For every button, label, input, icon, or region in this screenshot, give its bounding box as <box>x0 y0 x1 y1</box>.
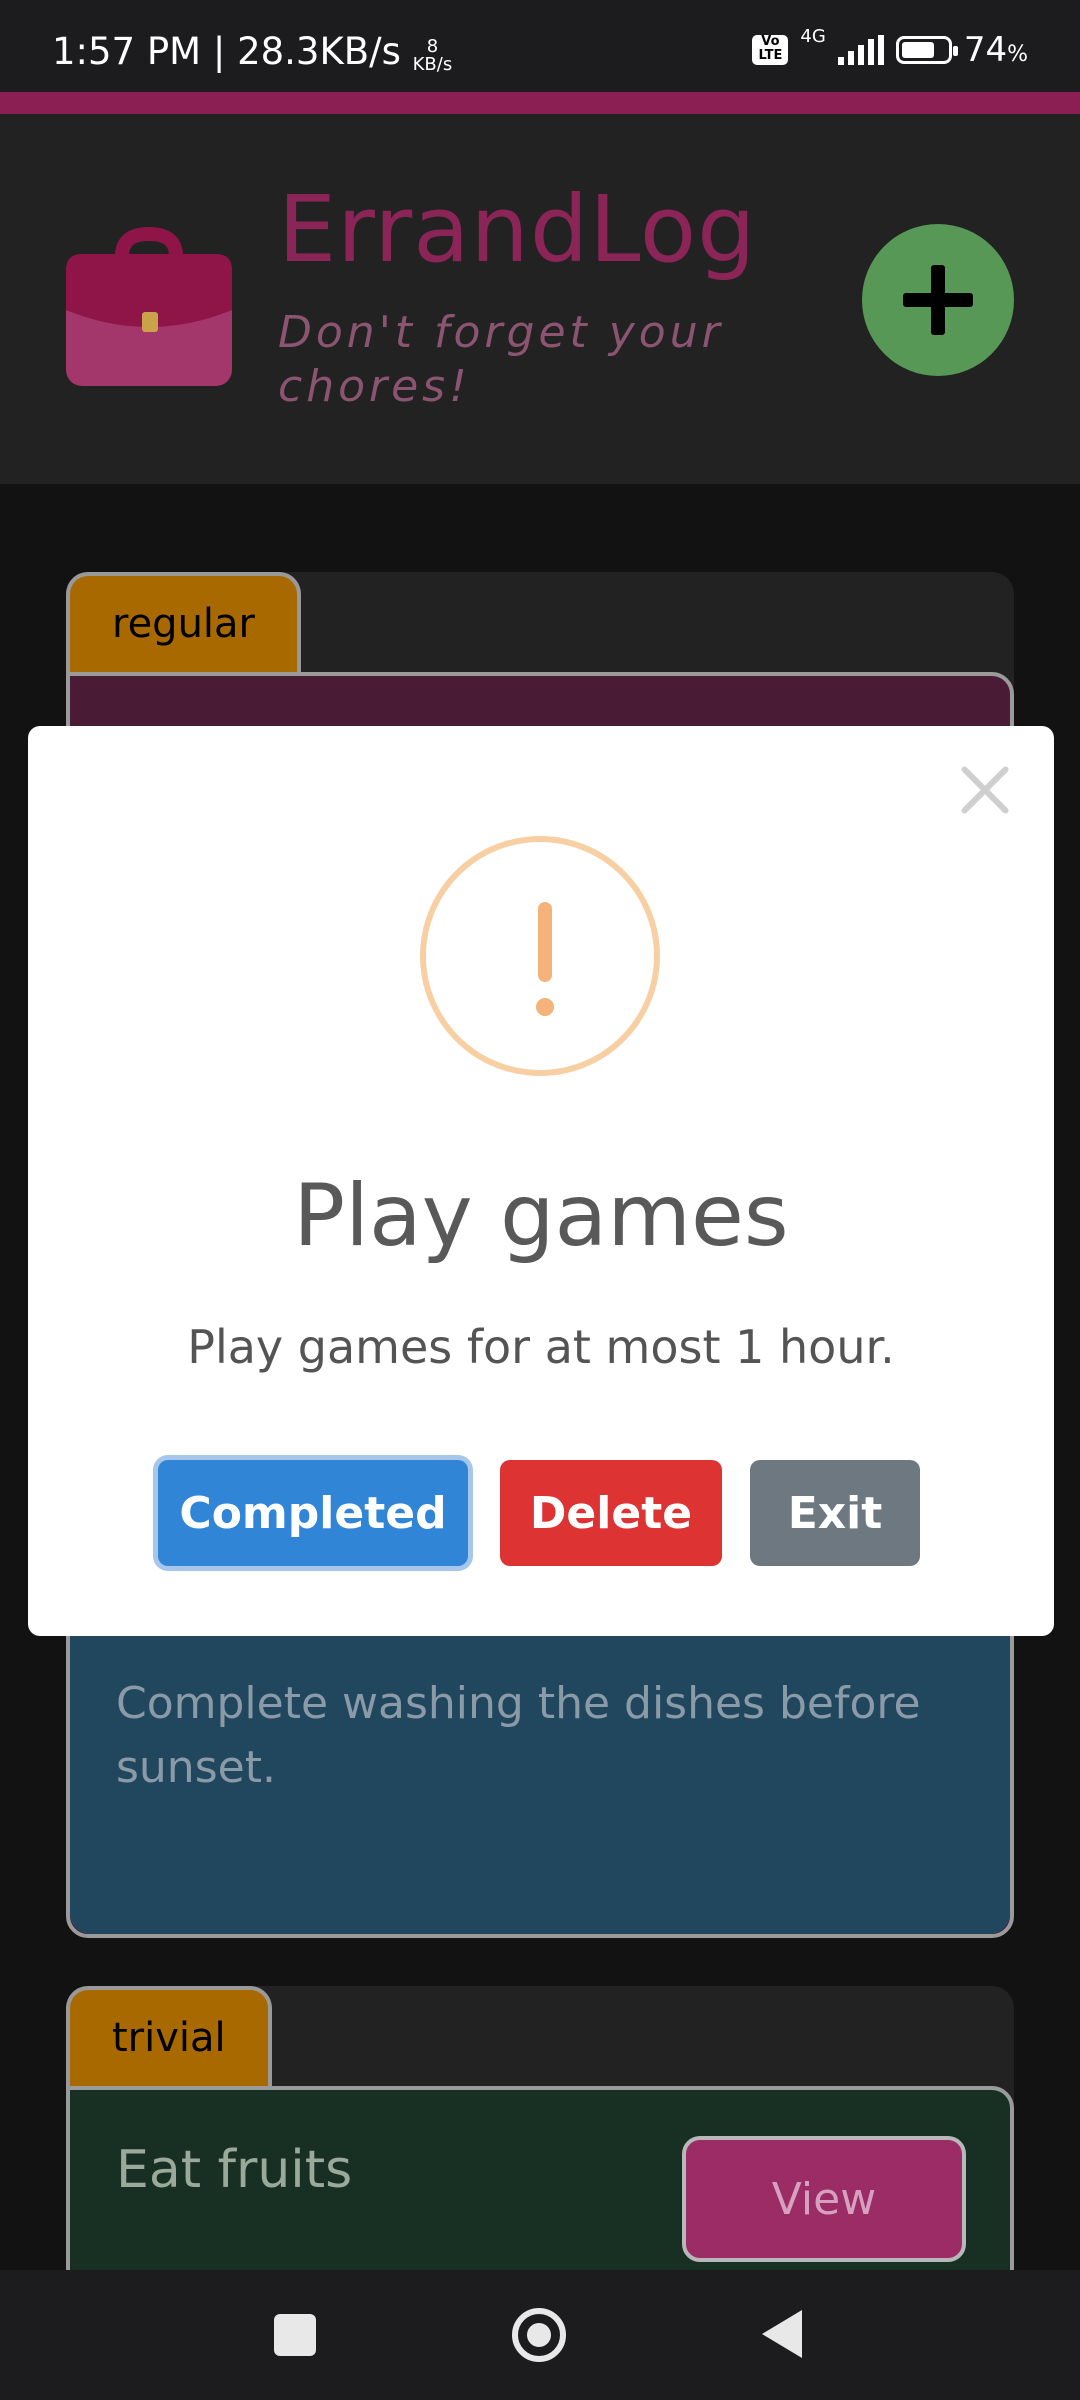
accent-strip <box>0 92 1080 114</box>
status-right: Vo LTE 4G 74% <box>752 26 1028 70</box>
add-errand-button[interactable] <box>862 224 1014 376</box>
delete-button[interactable]: Delete <box>500 1460 722 1566</box>
briefcase-icon <box>66 226 232 386</box>
dialog-text: Play games for at most 1 hour. <box>187 1320 895 1374</box>
card-tag: regular <box>66 572 301 672</box>
warning-icon-dot <box>536 998 554 1016</box>
card-description: Complete washing the dishes before sunse… <box>116 1678 921 1793</box>
battery-icon <box>895 36 958 64</box>
status-left: 1:57 PM | 28.3KB/s 8 KB/s <box>52 30 452 74</box>
network-label: 4G <box>800 25 826 47</box>
warning-icon-bar <box>538 902 552 982</box>
close-icon[interactable] <box>956 762 1012 818</box>
dialog-title: Play games <box>293 1166 789 1266</box>
volte-icon: Vo LTE <box>752 35 789 65</box>
errand-detail-dialog: Play games Play games for at most 1 hour… <box>28 726 1054 1636</box>
status-kbs-unit: KB/s <box>412 54 453 75</box>
view-button[interactable]: View <box>682 2136 966 2262</box>
app-header: ErrandLog Don't forget your chores! <box>0 114 1080 484</box>
status-kbs: 8 KB/s <box>413 38 453 74</box>
recents-icon[interactable] <box>274 2314 316 2356</box>
battery-percent-unit: % <box>1007 42 1028 67</box>
app-subtitle: Don't forget your chores! <box>278 307 724 412</box>
home-icon[interactable] <box>512 2308 566 2362</box>
battery-fill <box>901 42 935 58</box>
exit-button[interactable]: Exit <box>750 1460 920 1566</box>
system-nav-bar <box>0 2270 1080 2400</box>
warning-icon <box>420 836 660 1076</box>
card-tag: trivial <box>66 1986 272 2086</box>
plus-icon-vertical <box>931 265 945 335</box>
battery-percent: 74% <box>964 30 1028 70</box>
back-icon[interactable] <box>762 2310 802 2358</box>
app-title: ErrandLog <box>278 176 757 283</box>
card-title: Eat fruits <box>116 2140 353 2200</box>
status-bar: 1:57 PM | 28.3KB/s 8 KB/s Vo LTE 4G 74% <box>0 0 1080 92</box>
card-description-area: Complete washing the dishes before sunse… <box>70 1628 1010 1934</box>
status-time-speed: 1:57 PM | 28.3KB/s <box>52 30 401 73</box>
signal-icon <box>837 35 884 65</box>
completed-button[interactable]: Completed <box>158 1460 468 1566</box>
battery-percent-value: 74 <box>963 30 1008 70</box>
